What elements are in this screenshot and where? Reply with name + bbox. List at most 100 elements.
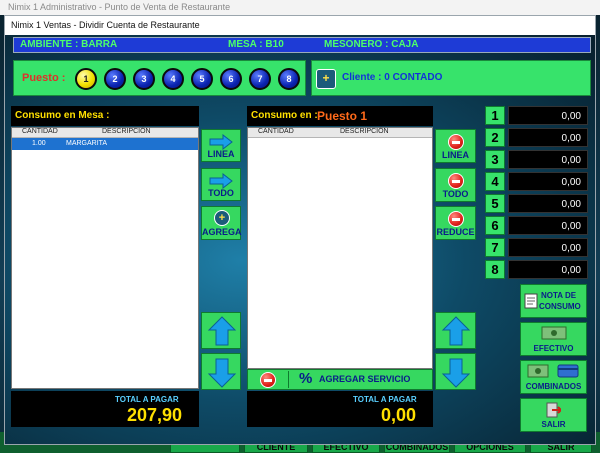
seat-total-2: 0,00	[508, 128, 588, 147]
split-bill-dialog: Nimix 1 Ventas - Dividir Cuenta de Resta…	[4, 15, 596, 445]
efectivo-button[interactable]: EFECTIVO	[520, 322, 587, 356]
return-line-label: LINEA	[442, 150, 469, 160]
return-line-button[interactable]: LINEA	[435, 129, 476, 163]
move-up-button[interactable]	[201, 312, 241, 349]
move-down-button[interactable]	[201, 353, 241, 390]
seat-button-8[interactable]: 8	[278, 68, 300, 90]
right-total-value: 0,00	[381, 405, 417, 425]
grid-header: CANTIDAD DESCRIPCIÓN	[12, 128, 198, 138]
reduce-label: REDUCE	[436, 227, 475, 237]
row-cantidad: 1.00	[32, 140, 46, 147]
remove-servicio-button[interactable]	[251, 372, 285, 388]
seat-total-3: 0,00	[508, 150, 588, 169]
seat-button-6[interactable]: 6	[220, 68, 242, 90]
column-cantidad: CANTIDAD	[258, 128, 294, 135]
combinados-label: COMBINADOS	[525, 382, 582, 391]
right-total-box: TOTAL A PAGAR 0,00	[247, 391, 433, 427]
nota-consumo-button[interactable]: NOTA DE CONSUMO	[520, 284, 587, 318]
mesonero-label: MESONERO : CAJA	[324, 39, 419, 50]
mesa-label: MESA : B10	[228, 39, 284, 50]
arrow-down-icon	[207, 358, 237, 388]
arrow-right-icon	[209, 134, 233, 150]
nota-consumo-label-line1: NOTA DE	[541, 291, 577, 300]
right-up-button[interactable]	[435, 312, 476, 349]
minus-icon	[447, 211, 464, 227]
consumo-en-header: Consumo en : Puesto 1	[247, 106, 433, 126]
consumo-puesto-grid[interactable]: CANTIDAD DESCRIPCIÓN	[247, 127, 433, 369]
consumo-mesa-grid[interactable]: CANTIDAD DESCRIPCIÓN 1.00 MARGARITA	[11, 127, 199, 389]
seat-number-5: 5	[485, 194, 505, 213]
seat-number-2: 2	[485, 128, 505, 147]
percent-icon: %	[299, 370, 313, 387]
seat-total-7: 0,00	[508, 238, 588, 257]
consumo-en-puesto: Puesto 1	[317, 109, 368, 123]
puesto-label: Puesto :	[22, 72, 66, 84]
table-row[interactable]: 1.00 MARGARITA	[12, 138, 198, 150]
minus-icon	[447, 173, 464, 189]
grid-header: CANTIDAD DESCRIPCIÓN	[248, 128, 432, 138]
column-descripcion: DESCRIPCIÓN	[102, 128, 151, 135]
seat-button-2[interactable]: 2	[104, 68, 126, 90]
seat-number-3: 3	[485, 150, 505, 169]
seat-number-7: 7	[485, 238, 505, 257]
dialog-title: Nimix 1 Ventas - Dividir Cuenta de Resta…	[5, 16, 595, 35]
agrega-button[interactable]: + AGREGA	[201, 206, 242, 240]
right-total-label: TOTAL A PAGAR	[353, 395, 417, 404]
receipt-icon	[524, 293, 538, 309]
card-icon	[557, 364, 579, 378]
return-all-button[interactable]: TODO	[435, 168, 476, 202]
seat-total-5: 0,00	[508, 194, 588, 213]
cliente-label: Cliente : 0 CONTADO	[342, 72, 443, 83]
seat-number-1: 1	[485, 106, 505, 125]
agrega-label: AGREGA	[202, 227, 242, 237]
reduce-button[interactable]: REDUCE	[435, 206, 476, 240]
cash-icon	[527, 364, 549, 378]
minus-icon	[260, 372, 276, 388]
plus-icon[interactable]: +	[316, 69, 336, 89]
agregar-servicio-button[interactable]: % AGREGAR SERVICIO	[288, 370, 430, 388]
exit-icon	[546, 402, 561, 418]
efectivo-label: EFECTIVO	[533, 344, 574, 353]
outer-window-title: Nimix 1 Administrativo - Punto de Venta …	[0, 0, 600, 15]
consumo-en-label: Consumo en :	[251, 110, 318, 121]
seat-button-1[interactable]: 1	[75, 68, 97, 90]
agregar-servicio-label: AGREGAR SERVICIO	[319, 374, 411, 384]
combinados-button[interactable]: COMBINADOS	[520, 360, 587, 394]
ambiente-label: AMBIENTE : BARRA	[20, 39, 118, 50]
seat-total-4: 0,00	[508, 172, 588, 191]
cliente-bar: + Cliente : 0 CONTADO	[311, 60, 591, 96]
seat-number-8: 8	[485, 260, 505, 279]
right-down-button[interactable]	[435, 353, 476, 390]
arrow-right-icon	[209, 173, 233, 189]
arrow-up-icon	[441, 316, 471, 346]
seat-number-4: 4	[485, 172, 505, 191]
consumo-mesa-header: Consumo en Mesa :	[11, 106, 199, 126]
seat-button-4[interactable]: 4	[162, 68, 184, 90]
seat-button-7[interactable]: 7	[249, 68, 271, 90]
info-bar: AMBIENTE : BARRA MESA : B10 MESONERO : C…	[13, 37, 591, 53]
move-line-button[interactable]: LINEA	[201, 129, 241, 162]
seat-total-6: 0,00	[508, 216, 588, 235]
seat-total-8: 0,00	[508, 260, 588, 279]
cash-icon	[541, 326, 567, 340]
servicio-bar: % AGREGAR SERVICIO	[247, 369, 433, 390]
column-cantidad: CANTIDAD	[22, 128, 58, 135]
move-all-label: TODO	[208, 188, 234, 198]
left-total-value: 207,90	[127, 405, 183, 425]
move-all-button[interactable]: TODO	[201, 168, 241, 201]
arrow-up-icon	[207, 316, 237, 346]
puesto-selector: Puesto : 1 2 3 4 5 6 7 8	[13, 60, 306, 96]
seat-button-3[interactable]: 3	[133, 68, 155, 90]
nota-consumo-label-line2: CONSUMO	[539, 302, 581, 311]
left-total-label: TOTAL A PAGAR	[115, 395, 179, 404]
column-descripcion: DESCRIPCIÓN	[340, 128, 389, 135]
move-line-label: LINEA	[207, 149, 235, 159]
return-all-label: TODO	[442, 189, 469, 199]
row-descripcion: MARGARITA	[66, 140, 108, 147]
left-total-box: TOTAL A PAGAR 207,90	[11, 391, 199, 427]
seat-button-5[interactable]: 5	[191, 68, 213, 90]
salir-button[interactable]: SALIR	[520, 398, 587, 432]
arrow-down-icon	[441, 358, 471, 388]
minus-icon	[447, 134, 464, 150]
plus-icon: +	[214, 210, 230, 226]
